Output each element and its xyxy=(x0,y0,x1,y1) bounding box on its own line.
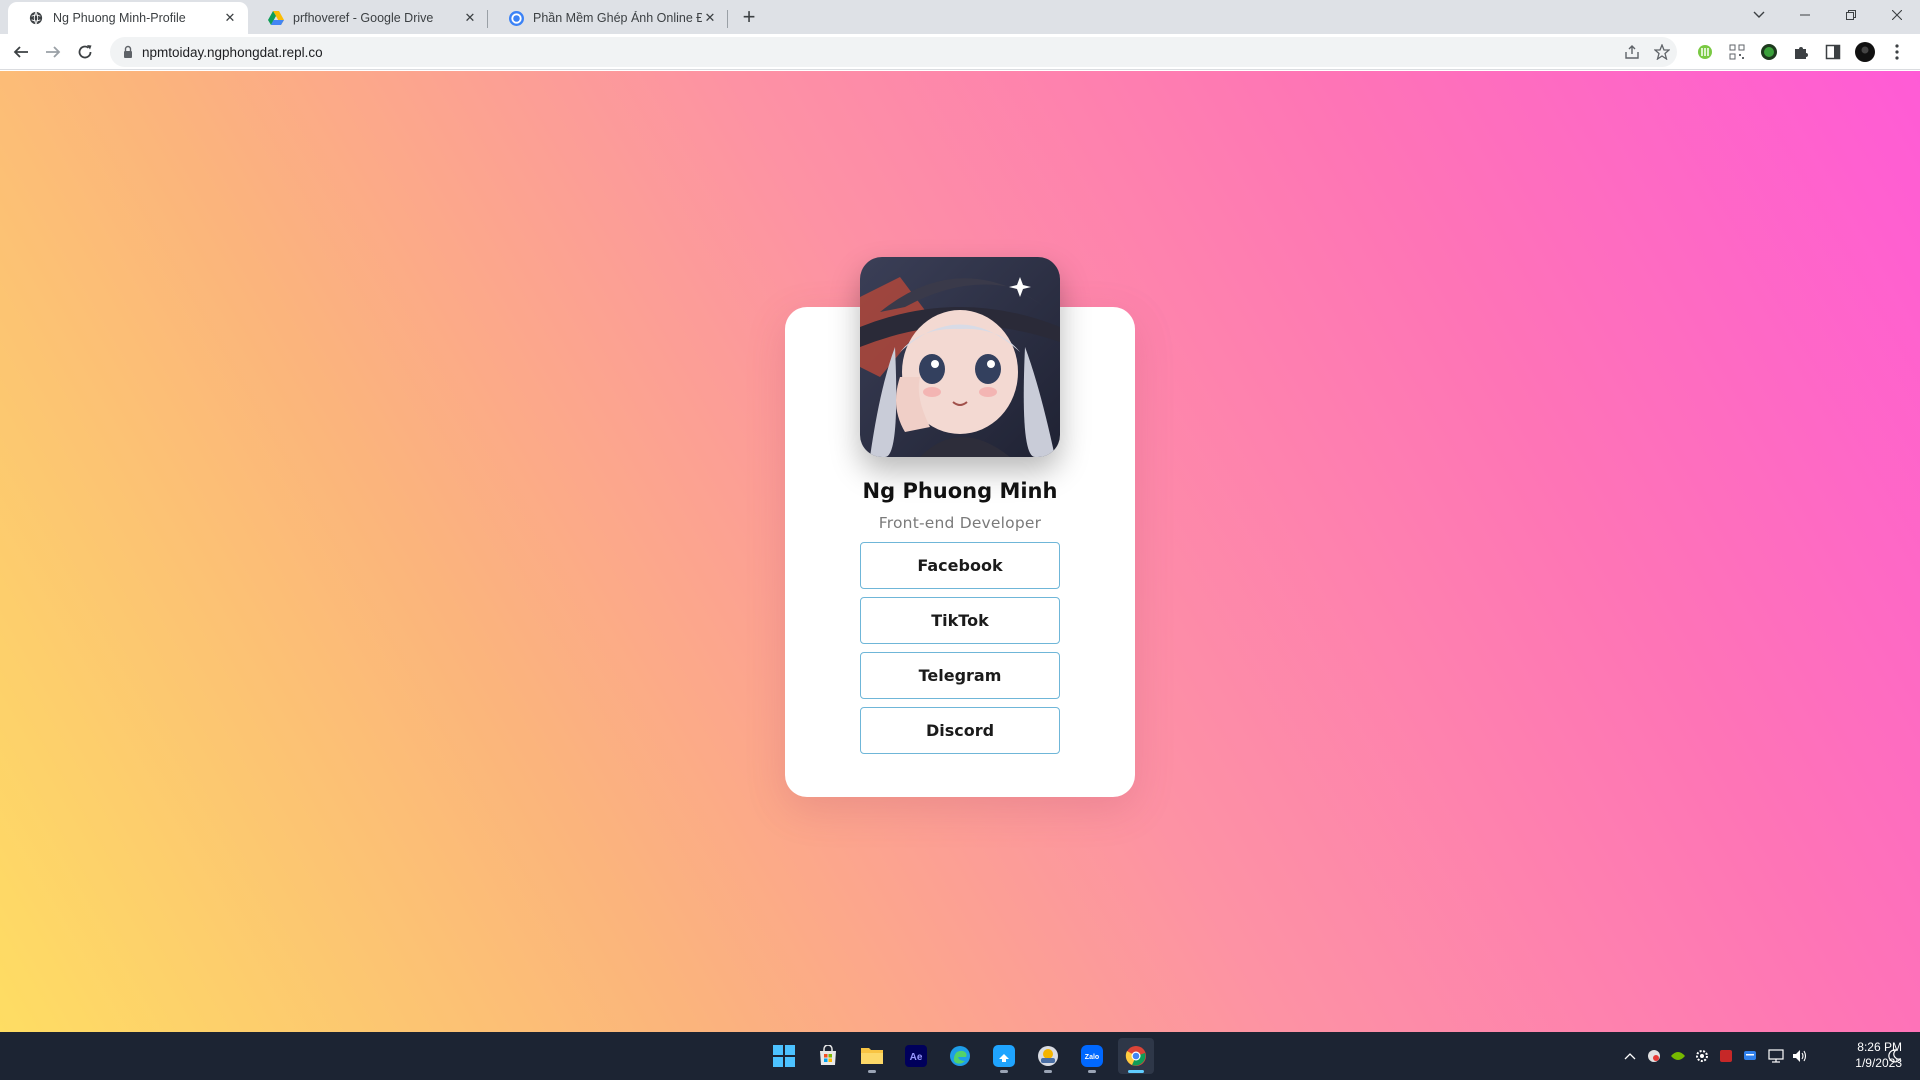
lock-icon[interactable] xyxy=(120,44,136,60)
active-indicator xyxy=(1128,1070,1144,1073)
upload-app-icon[interactable] xyxy=(986,1038,1022,1074)
profile-role: Front-end Developer xyxy=(878,514,1042,532)
page-viewport: Ng Phuong Minh Front-end Developer Faceb… xyxy=(0,71,1920,1032)
url-text: npmtoiday.ngphongdat.repl.co xyxy=(142,45,323,60)
facebook-button[interactable]: Facebook xyxy=(860,542,1060,589)
tab-title: prfhoveref - Google Drive xyxy=(293,11,434,25)
back-arrow-icon[interactable] xyxy=(7,38,35,66)
reload-icon[interactable] xyxy=(71,38,99,66)
chevron-up-icon[interactable] xyxy=(1622,1048,1638,1064)
tab-profile[interactable]: Ng Phuong Minh-Profile ✕ xyxy=(8,2,248,34)
tab-google-drive[interactable]: prfhoveref - Google Drive ✕ xyxy=(248,2,488,34)
extensions-puzzle-icon[interactable] xyxy=(1790,41,1812,63)
forward-arrow-icon[interactable] xyxy=(39,38,67,66)
tab-title: Ng Phuong Minh-Profile xyxy=(53,11,186,25)
extension-green-icon[interactable] xyxy=(1694,41,1716,63)
tab-strip: Ng Phuong Minh-Profile ✕ prfhoveref - Go… xyxy=(0,0,1920,34)
running-indicator xyxy=(1000,1070,1008,1073)
tab-search-icon[interactable] xyxy=(1736,0,1782,30)
taskbar: Ae Zalo 8:26 PM 1/9/2023 xyxy=(0,1032,1920,1080)
canva-icon xyxy=(508,10,524,26)
red-tray-icon[interactable] xyxy=(1718,1048,1734,1064)
zalo-label: Zalo xyxy=(1085,1054,1099,1061)
qr-code-icon[interactable] xyxy=(1726,41,1748,63)
profile-card: Ng Phuong Minh Front-end Developer Faceb… xyxy=(785,257,1135,797)
minimize-icon[interactable] xyxy=(1782,0,1828,30)
profile-name: Ng Phuong Minh xyxy=(862,479,1058,503)
discord-button[interactable]: Discord xyxy=(860,707,1060,754)
tab-separator xyxy=(727,10,728,28)
app-icon[interactable] xyxy=(1030,1038,1066,1074)
notification-moon-icon[interactable] xyxy=(1886,1048,1902,1064)
share-icon[interactable] xyxy=(1624,44,1640,60)
running-indicator xyxy=(1088,1070,1096,1073)
chat-tray-icon[interactable] xyxy=(1742,1048,1758,1064)
restore-icon[interactable] xyxy=(1828,0,1874,30)
close-tab-icon[interactable]: ✕ xyxy=(702,10,718,26)
globe-icon xyxy=(28,10,44,26)
running-indicator xyxy=(1044,1070,1052,1073)
tiktok-button[interactable]: TikTok xyxy=(860,597,1060,644)
running-indicator xyxy=(868,1070,876,1073)
avatar xyxy=(860,257,1060,457)
address-bar[interactable]: npmtoiday.ngphongdat.repl.co xyxy=(110,37,1677,67)
extension-circle-icon[interactable] xyxy=(1758,41,1780,63)
side-panel-icon[interactable] xyxy=(1822,41,1844,63)
bookmark-star-icon[interactable] xyxy=(1653,43,1671,61)
close-tab-icon[interactable]: ✕ xyxy=(462,10,478,26)
after-effects-icon[interactable]: Ae xyxy=(898,1038,934,1074)
file-explorer-icon[interactable] xyxy=(854,1038,890,1074)
tab-title: Phần Mềm Ghép Ảnh Online Đẹp xyxy=(533,11,702,25)
close-tab-icon[interactable]: ✕ xyxy=(222,10,238,26)
chrome-icon[interactable] xyxy=(1118,1038,1154,1074)
google-drive-icon xyxy=(268,10,284,26)
after-effects-label: Ae xyxy=(910,1052,923,1063)
edge-icon[interactable] xyxy=(942,1038,978,1074)
browser-toolbar: npmtoiday.ngphongdat.repl.co xyxy=(0,34,1920,70)
profile-avatar-icon[interactable] xyxy=(1854,41,1876,63)
settings-tray-icon[interactable] xyxy=(1694,1048,1710,1064)
social-links: Facebook TikTok Telegram Discord xyxy=(860,542,1060,762)
windows-start-icon[interactable] xyxy=(766,1038,802,1074)
menu-kebab-icon[interactable] xyxy=(1886,41,1908,63)
telegram-button[interactable]: Telegram xyxy=(860,652,1060,699)
tray-app-icon[interactable] xyxy=(1646,1048,1662,1064)
store-icon[interactable] xyxy=(810,1038,846,1074)
close-window-icon[interactable] xyxy=(1874,0,1920,30)
volume-icon[interactable] xyxy=(1792,1048,1808,1064)
zalo-icon[interactable]: Zalo xyxy=(1074,1038,1110,1074)
nvidia-icon[interactable] xyxy=(1670,1048,1686,1064)
tab-photo-editor[interactable]: Phần Mềm Ghép Ảnh Online Đẹp ✕ xyxy=(488,2,728,34)
new-tab-button[interactable]: + xyxy=(737,6,761,30)
network-icon[interactable] xyxy=(1768,1048,1784,1064)
